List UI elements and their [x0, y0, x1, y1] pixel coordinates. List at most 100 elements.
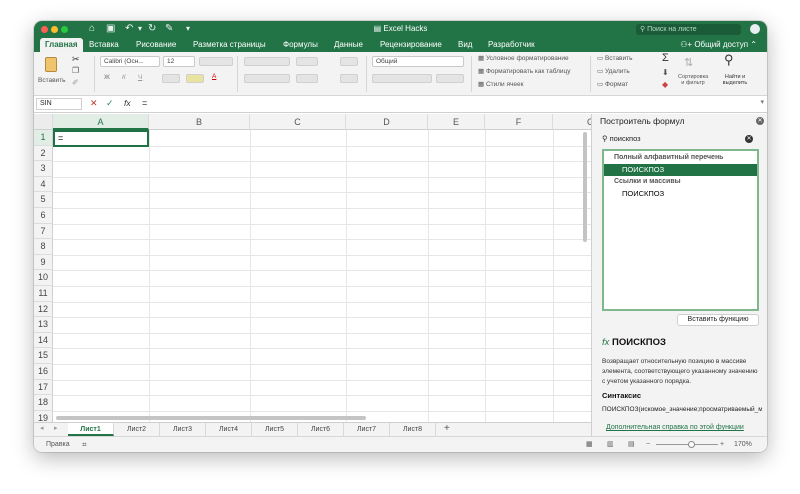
- active-cell-a1[interactable]: =: [53, 130, 149, 147]
- sheet-tab-5[interactable]: Лист5: [252, 423, 298, 436]
- cancel-formula-icon[interactable]: ✕: [90, 98, 98, 109]
- tab-review[interactable]: Рецензирование: [380, 38, 442, 52]
- macro-record-icon[interactable]: ⌗: [82, 437, 87, 452]
- row-header[interactable]: 6: [34, 208, 53, 224]
- row-header[interactable]: 2: [34, 145, 53, 162]
- row-header[interactable]: 9: [34, 254, 53, 271]
- row-header[interactable]: 12: [34, 301, 53, 318]
- user-account-icon[interactable]: [750, 24, 760, 34]
- row-header[interactable]: 3: [34, 161, 53, 177]
- font-size-grow-shrink[interactable]: [199, 57, 233, 66]
- list-item[interactable]: ПОИСКПОЗ: [604, 188, 757, 200]
- vertical-scrollbar[interactable]: [583, 132, 587, 242]
- find-select-label[interactable]: Найти и выделить: [718, 74, 752, 86]
- number-format-buttons[interactable]: [372, 74, 432, 83]
- confirm-formula-icon[interactable]: ✓: [106, 98, 114, 109]
- font-color-button[interactable]: A: [212, 73, 216, 80]
- borders-button[interactable]: [162, 74, 180, 83]
- sheet-tab-4[interactable]: Лист4: [206, 423, 252, 436]
- row-header[interactable]: 1: [34, 130, 53, 146]
- column-header-f[interactable]: F: [485, 114, 553, 130]
- share-button[interactable]: ⚇+ Общий доступ ⌃: [680, 38, 757, 52]
- select-all-corner[interactable]: [34, 114, 53, 130]
- font-size-select[interactable]: 12: [163, 56, 195, 67]
- indent-group[interactable]: [296, 74, 318, 83]
- row-header[interactable]: 15: [34, 348, 53, 364]
- sheet-tab-1[interactable]: Лист1: [68, 423, 114, 436]
- page-break-view-icon[interactable]: ▤: [628, 437, 635, 452]
- insert-function-button[interactable]: Вставить функцию: [677, 314, 759, 326]
- format-painter-icon[interactable]: ✐: [72, 78, 79, 87]
- clear-icon[interactable]: ◆: [662, 80, 668, 89]
- sheet-tab-6[interactable]: Лист6: [298, 423, 344, 436]
- sheet-tab-2[interactable]: Лист2: [114, 423, 160, 436]
- sort-filter-icon[interactable]: ⇅: [684, 56, 693, 69]
- copy-icon[interactable]: ❐: [72, 66, 79, 75]
- autosum-icon[interactable]: Σ: [662, 52, 669, 64]
- sheet-tab-8[interactable]: Лист8: [390, 423, 436, 436]
- format-cells-button[interactable]: ▭ Формат: [597, 80, 628, 88]
- tab-page-layout[interactable]: Разметка страницы: [193, 38, 266, 52]
- row-header[interactable]: 14: [34, 332, 53, 349]
- name-box[interactable]: SIN: [36, 98, 82, 110]
- sheet-search-input[interactable]: ⚲ Поиск на листе: [636, 24, 741, 35]
- formula-input[interactable]: =: [142, 98, 147, 108]
- cut-icon[interactable]: ✂: [72, 54, 80, 65]
- insert-cells-button[interactable]: ▭ Вставить: [597, 54, 633, 62]
- cell-styles-button[interactable]: ▦ Стили ячеек: [478, 80, 523, 88]
- column-header-g[interactable]: G: [553, 114, 591, 130]
- column-header-b[interactable]: B: [149, 114, 250, 130]
- expand-formula-bar-icon[interactable]: ▾: [760, 98, 764, 106]
- column-header-e[interactable]: E: [428, 114, 485, 130]
- row-header[interactable]: 18: [34, 395, 53, 411]
- tab-view[interactable]: Вид: [458, 38, 472, 52]
- tab-formulas[interactable]: Формулы: [283, 38, 318, 52]
- font-name-select[interactable]: Calibri (Осн...: [100, 56, 160, 67]
- paste-button[interactable]: Вставить: [38, 55, 66, 93]
- horizontal-align-group[interactable]: [244, 74, 290, 83]
- sheet-tab-7[interactable]: Лист7: [344, 423, 390, 436]
- tab-insert[interactable]: Вставка: [89, 38, 119, 52]
- row-header[interactable]: 13: [34, 317, 53, 333]
- scroll-tabs-left-icon[interactable]: ◂: [40, 424, 44, 432]
- list-item-selected[interactable]: ПОИСКПОЗ: [604, 164, 757, 176]
- horizontal-scrollbar[interactable]: [56, 416, 366, 420]
- clear-search-icon[interactable]: ✕: [745, 135, 753, 143]
- row-header[interactable]: 7: [34, 223, 53, 240]
- page-layout-view-icon[interactable]: ▥: [607, 437, 614, 452]
- tab-developer[interactable]: Разработчик: [488, 38, 535, 52]
- find-icon[interactable]: ⚲: [724, 52, 734, 68]
- normal-view-icon[interactable]: ▦: [586, 437, 593, 452]
- number-format-select[interactable]: Общий: [372, 56, 464, 67]
- tab-home[interactable]: Главная: [40, 38, 83, 52]
- close-pane-icon[interactable]: ✕: [756, 117, 764, 125]
- zoom-out-icon[interactable]: −: [646, 437, 650, 452]
- scroll-tabs-right-icon[interactable]: ▸: [54, 424, 58, 432]
- italic-button[interactable]: К: [122, 74, 126, 81]
- column-header-c[interactable]: C: [250, 114, 346, 130]
- zoom-slider-thumb[interactable]: [688, 441, 695, 448]
- fill-color-button[interactable]: [186, 74, 204, 83]
- conditional-format-button[interactable]: ▦ Условное форматирование: [478, 54, 569, 62]
- wrap-text-button[interactable]: [340, 57, 358, 66]
- zoom-in-icon[interactable]: +: [720, 437, 724, 452]
- delete-cells-button[interactable]: ▭ Удалить: [597, 67, 630, 75]
- zoom-level[interactable]: 170%: [734, 437, 752, 452]
- row-header[interactable]: 16: [34, 364, 53, 380]
- sheet-tab-3[interactable]: Лист3: [160, 423, 206, 436]
- row-header[interactable]: 5: [34, 192, 53, 208]
- vertical-align-group[interactable]: [244, 57, 290, 66]
- zoom-slider[interactable]: [656, 444, 718, 445]
- tab-draw[interactable]: Рисование: [136, 38, 176, 52]
- insert-function-icon[interactable]: fx: [124, 98, 131, 108]
- column-header-a[interactable]: A: [53, 114, 149, 130]
- function-search-input[interactable]: ⚲ поискпоз ✕: [602, 133, 762, 145]
- help-link[interactable]: Дополнительная справка по этой функции: [606, 424, 744, 431]
- format-as-table-button[interactable]: ▦ Форматировать как таблицу: [478, 67, 571, 75]
- row-header[interactable]: 4: [34, 176, 53, 193]
- sort-filter-label[interactable]: Сортировка и фильтр: [678, 74, 708, 86]
- row-header[interactable]: 8: [34, 239, 53, 255]
- tab-data[interactable]: Данные: [334, 38, 363, 52]
- underline-button[interactable]: Ч: [138, 74, 142, 81]
- row-header[interactable]: 17: [34, 379, 53, 396]
